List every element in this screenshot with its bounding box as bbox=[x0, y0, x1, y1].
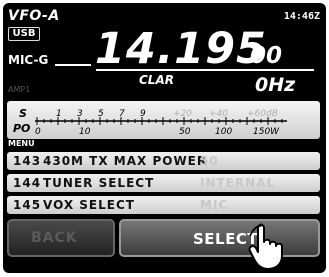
menu-item-number: 145 bbox=[13, 198, 42, 212]
menu-item-name: VOX SELECT bbox=[43, 198, 135, 212]
s-scale-9: 9 bbox=[140, 109, 146, 119]
s-scale-7: 7 bbox=[119, 109, 125, 119]
s-label: S bbox=[19, 107, 27, 120]
s-scale-1: 1 bbox=[56, 109, 62, 119]
pointing-hand-icon bbox=[248, 223, 283, 270]
vfo-label: VFO-A bbox=[8, 8, 60, 24]
frequency-sub: 00 bbox=[250, 43, 283, 69]
clarifier-value: 0Hz bbox=[255, 74, 296, 96]
menu-item-number: 143 bbox=[13, 154, 42, 168]
mic-gain-bar bbox=[55, 64, 91, 66]
s-scale-5: 5 bbox=[98, 109, 104, 119]
menu-item-value: INTERNAL bbox=[200, 176, 276, 190]
po-scale-50: 50 bbox=[179, 127, 191, 137]
meter-scale: S PO 1 3 5 7 9 +20 +40 +60dB 0 10 50 100… bbox=[13, 107, 287, 137]
po-scale-labels: 0 10 50 100 150W bbox=[35, 127, 280, 137]
menu-item-name: TUNER SELECT bbox=[43, 176, 155, 190]
back-button[interactable]: BACK bbox=[7, 219, 115, 257]
clarifier-label: CLAR bbox=[139, 73, 174, 87]
s-scale-plus20: +20 bbox=[173, 109, 192, 119]
menu-item-144[interactable]: 144 TUNER SELECT INTERNAL bbox=[7, 174, 320, 192]
s-po-meter: S PO 1 3 5 7 9 +20 +40 +60dB 0 10 50 100… bbox=[7, 101, 320, 139]
s-scale-3: 3 bbox=[77, 109, 83, 119]
menu-item-number: 144 bbox=[13, 176, 42, 190]
amp-label: AMP1 bbox=[8, 85, 31, 94]
po-scale-100: 100 bbox=[215, 127, 232, 137]
po-label: PO bbox=[13, 122, 30, 135]
frequency-underline bbox=[96, 69, 314, 71]
menu-item-145[interactable]: 145 VOX SELECT MIC bbox=[7, 196, 320, 214]
s-scale-labels: 1 3 5 7 9 +20 +40 +60dB bbox=[56, 109, 278, 119]
mic-gain-label: MIC-G bbox=[8, 53, 49, 67]
menu-item-value: MIC bbox=[200, 198, 229, 212]
menu-item-name: 430M TX MAX POWER bbox=[43, 154, 208, 168]
mode-badge[interactable]: USB bbox=[8, 27, 40, 41]
menu-title: MENU bbox=[8, 139, 35, 148]
frequency-main[interactable]: 14.195 bbox=[95, 24, 267, 74]
po-scale-10: 10 bbox=[79, 127, 91, 137]
s-scale-plus40: +40 bbox=[209, 109, 228, 119]
clock: 14:46Z bbox=[283, 11, 320, 22]
menu-item-value: 50 bbox=[200, 154, 219, 168]
po-scale-150: 150W bbox=[253, 127, 280, 137]
back-button-label: BACK bbox=[31, 230, 78, 246]
menu-item-143[interactable]: 143 430M TX MAX POWER 50 bbox=[7, 152, 320, 170]
s-scale-plus60: +60dB bbox=[247, 109, 278, 119]
po-scale-0: 0 bbox=[35, 127, 41, 137]
